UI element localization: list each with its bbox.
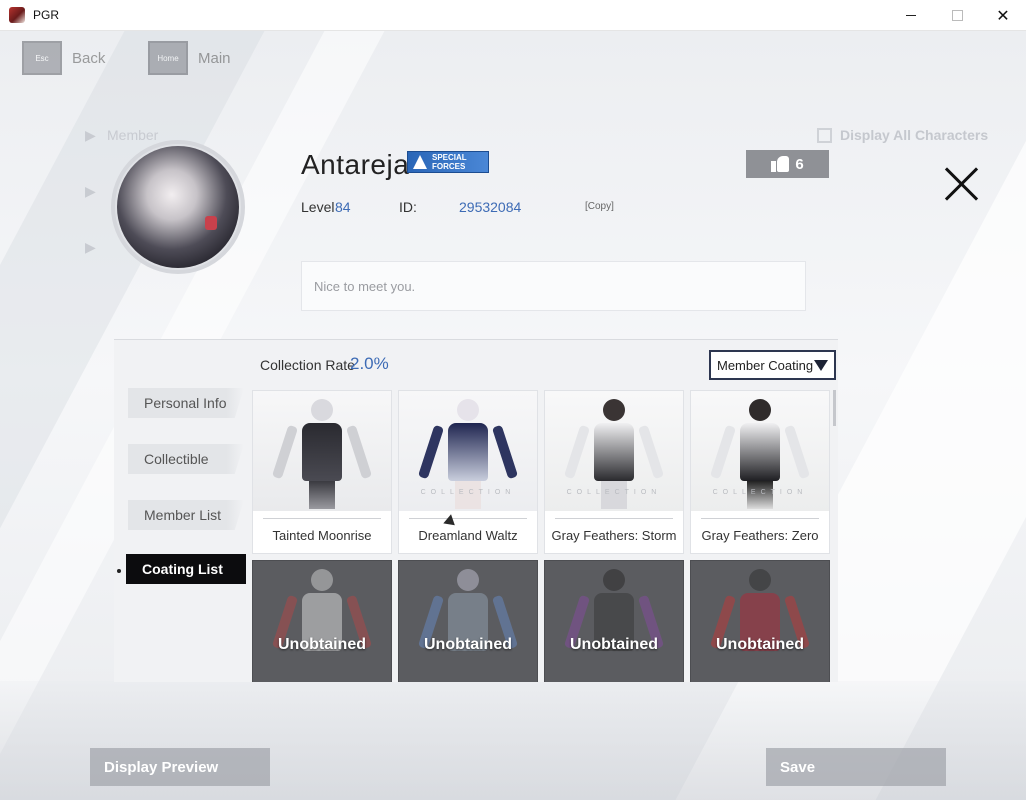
coating-card-locked[interactable]: Unobtained [252,560,392,682]
unobtained-label: Unobtained [570,636,658,653]
coating-filter-dropdown[interactable]: Member Coating [709,350,836,380]
unobtained-label: Unobtained [716,636,804,653]
back-button[interactable]: Esc Back [22,41,105,75]
coating-name: Gray Feathers: Zero [701,528,819,543]
window-title: PGR [33,8,60,22]
unobtained-label: Unobtained [278,636,366,653]
coating-art: COLLECTION [691,391,829,511]
coating-art: COLLECTION [399,391,537,511]
bg-arrow-icon: ▶ [85,183,96,199]
app-icon [9,7,25,23]
window-close-button[interactable]: ✕ [980,0,1026,31]
display-all-characters-checkbox: Display All Characters [817,127,988,143]
coating-card[interactable]: COLLECTION Gray Feathers: Storm [544,390,684,554]
avatar-frame[interactable] [111,140,245,274]
special-forces-badge: SPECIAL FORCES [407,151,489,173]
save-button[interactable]: Save [766,748,946,786]
main-button[interactable]: Home Main [148,41,231,75]
game-viewport: Esc Back Home Main ▶ Member ▶ ▶ Display … [0,31,1026,800]
copy-id-button[interactable]: [Copy] [585,201,614,212]
tab-coating-list[interactable]: Coating List [126,554,246,584]
coating-art [253,391,391,511]
unobtained-label: Unobtained [424,636,512,653]
coating-name: Tainted Moonrise [272,528,372,543]
main-label: Main [198,49,231,67]
coating-card[interactable]: COLLECTION Gray Feathers: Zero [690,390,830,554]
bg-menu-item: Member [107,127,159,143]
minimize-button[interactable] [888,0,934,31]
scrollbar-thumb[interactable] [833,390,836,426]
dropdown-arrow-icon [814,360,828,371]
display-preview-button[interactable]: Display Preview [90,748,270,786]
level-value: 84 [335,199,351,215]
collection-rate-value: 2.0% [350,354,389,373]
home-key-icon: Home [148,41,188,75]
coating-card[interactable]: COLLECTION Dreamland Waltz [398,390,538,554]
collection-rate-label: Collection Rate [260,357,355,373]
esc-key-icon: Esc [22,41,62,75]
level-label: Level [301,199,335,215]
close-profile-icon[interactable] [940,162,984,206]
tab-personal-info[interactable]: Personal Info [128,388,244,418]
like-count: 6 [795,155,804,173]
coating-card[interactable]: Tainted Moonrise [252,390,392,554]
profile-message: Nice to meet you. [301,261,806,311]
dropdown-selected: Member Coating [717,357,814,373]
maximize-button[interactable] [934,0,980,31]
username: Antareja [301,149,410,180]
tab-collectible[interactable]: Collectible [128,444,244,474]
coating-card-locked[interactable]: Unobtained [544,560,684,682]
back-label: Back [72,49,106,67]
id-value: 29532084 [459,199,522,215]
avatar [117,146,239,268]
coating-name: Gray Feathers: Storm [551,528,677,543]
collection-watermark: COLLECTION [566,489,662,496]
bg-arrow-icon: ▶ [85,127,96,143]
collection-watermark: COLLECTION [712,489,808,496]
checkbox-icon [817,127,832,143]
bg-arrow-icon: ▶ [85,239,96,255]
coating-art: COLLECTION [545,391,683,511]
coating-card-locked[interactable]: Unobtained [398,560,538,682]
tab-member-list[interactable]: Member List [128,500,244,530]
window-titlebar: PGR ✕ [0,0,1026,31]
display-all-label: Display All Characters [840,127,989,143]
collection-panel: Collection Rate 2.0% Member Coating Pers… [114,339,838,682]
coating-name: Dreamland Waltz [418,528,518,543]
coating-figure [271,399,373,509]
like-button[interactable]: 6 [746,150,829,178]
active-tab-marker [117,569,121,573]
collection-watermark: COLLECTION [420,489,516,496]
thumbs-up-icon [771,156,790,172]
coating-card-locked[interactable]: Unobtained [690,560,830,682]
id-label: ID: [399,199,417,215]
